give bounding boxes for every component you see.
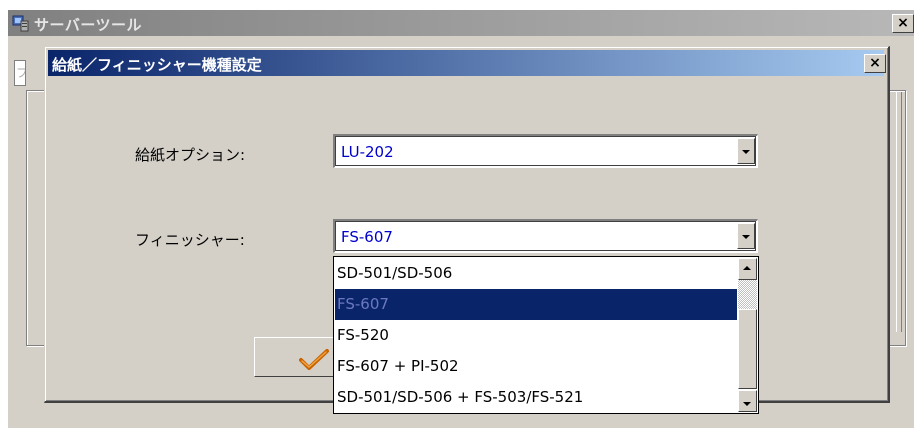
finisher-select[interactable]: FS-607	[333, 219, 758, 253]
dialog-close-button[interactable]: ×	[864, 54, 886, 73]
checkmark-icon	[299, 349, 329, 370]
chevron-down-icon	[743, 402, 751, 406]
list-item[interactable]: FS-520	[335, 320, 737, 351]
paper-option-label: 給紙オプション:	[135, 146, 246, 164]
parent-close-button[interactable]: ×	[892, 14, 914, 33]
chevron-down-icon	[742, 235, 750, 239]
scrollbar-thumb[interactable]	[738, 309, 757, 389]
scrollbar-track[interactable]	[738, 280, 757, 309]
ok-button[interactable]	[254, 337, 334, 377]
chevron-up-icon	[743, 266, 751, 270]
finisher-label: フィニッシャー:	[135, 231, 245, 249]
chevron-down-icon	[742, 150, 750, 154]
finisher-value: FS-607	[341, 228, 393, 246]
scroll-down-button[interactable]	[738, 390, 757, 412]
parent-window-title: サーバーツール	[34, 16, 143, 34]
dialog-title: 給紙／フィニッシャー機種設定	[52, 56, 262, 74]
list-item[interactable]: SD-501/SD-506 + FS-503/FS-521	[335, 382, 737, 413]
paper-option-dropdown-button[interactable]	[737, 138, 755, 164]
parent-title-bar: サーバーツール ×	[8, 10, 914, 36]
finisher-dropdown-list[interactable]: SD-501/SD-506 FS-607 FS-520 FS-607 + PI-…	[333, 256, 759, 414]
paper-option-select[interactable]: LU-202	[333, 134, 758, 168]
dialog-title-bar[interactable]: 給紙／フィニッシャー機種設定 ×	[48, 50, 886, 76]
scroll-up-button[interactable]	[738, 258, 757, 280]
list-item-selected[interactable]: FS-607	[335, 289, 737, 320]
dropdown-scrollbar[interactable]	[737, 258, 757, 412]
server-tool-app-icon	[12, 14, 30, 32]
parent-tab[interactable]: フ	[14, 60, 26, 86]
paper-option-value: LU-202	[341, 143, 394, 161]
parent-frame-edge	[896, 92, 902, 332]
finisher-dropdown-button[interactable]	[737, 223, 755, 249]
list-item[interactable]: FS-607 + PI-502	[335, 351, 737, 382]
list-item[interactable]: SD-501/SD-506	[335, 258, 737, 289]
